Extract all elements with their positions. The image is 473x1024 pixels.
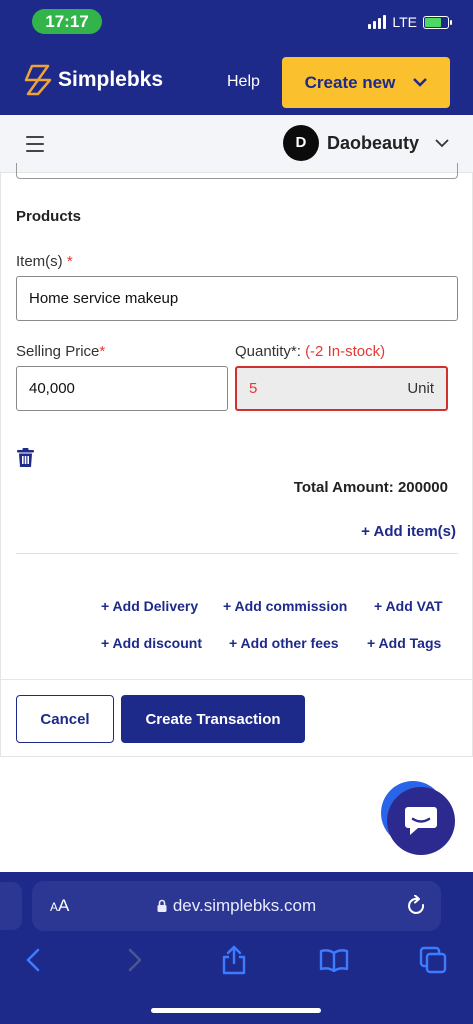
divider [1,679,472,680]
quantity-unit: Unit [407,380,434,397]
chat-icon [405,807,437,835]
app-header: 17:17 LTE Simplebks Help Create new [0,0,473,115]
divider [16,553,458,554]
add-tags-link[interactable]: + Add Tags [367,635,441,651]
add-items-link[interactable]: + Add item(s) [361,523,456,540]
reload-icon[interactable] [407,894,427,922]
products-heading: Products [16,208,82,225]
transaction-form: Products Item(s) * Home service makeup S… [0,163,473,757]
previous-tab[interactable] [0,882,22,930]
selling-price-label: Selling Price* [16,343,106,360]
status-time: 17:17 [32,9,102,34]
help-link[interactable]: Help [227,73,260,91]
browser-toolbar [0,944,473,978]
item-input[interactable]: Home service makeup [16,276,458,321]
browser-chrome: AAAA dev.simplebks.com [0,872,473,1024]
chevron-down-icon [435,138,449,147]
create-new-label: Create new [304,72,396,92]
brand-logo[interactable]: Simplebks [24,64,163,96]
address-bar[interactable]: AAAA dev.simplebks.com [32,881,441,931]
share-icon[interactable] [220,944,248,976]
add-other-fees-link[interactable]: + Add other fees [229,635,339,651]
business-name: Daobeauty [326,132,419,153]
brand-name: Simplebks [58,68,164,91]
quantity-input[interactable]: 5 Unit [235,366,448,411]
cancel-button[interactable]: Cancel [16,695,114,743]
items-label: Item(s) * [16,253,73,270]
trash-icon[interactable] [17,448,34,472]
chevron-down-icon [413,78,428,87]
battery-icon [423,15,452,29]
create-new-button[interactable]: Create new [282,57,450,108]
logo-icon [24,64,52,96]
status-indicators: LTE [368,14,452,30]
signal-icon [368,15,387,29]
add-delivery-link[interactable]: + Add Delivery [101,598,198,614]
total-amount: Total Amount: 200000 [293,479,448,496]
home-indicator [151,1008,321,1013]
selling-price-value: 40,000 [29,380,75,397]
stock-note: (-2 In-stock) [305,343,386,360]
forward-icon[interactable] [124,944,146,976]
url-text: dev.simplebks.com [172,896,317,915]
add-discount-link[interactable]: + Add discount [101,635,202,651]
add-commission-link[interactable]: + Add commission [223,598,347,614]
quantity-value: 5 [249,380,258,397]
account-switcher[interactable]: D Daobeauty [282,125,449,161]
item-value: Home service makeup [29,290,179,307]
menu-icon[interactable] [26,136,44,152]
back-icon[interactable] [22,944,44,976]
create-transaction-button[interactable]: Create Transaction [121,695,305,743]
add-vat-link[interactable]: + Add VAT [374,598,443,614]
previous-field[interactable] [16,163,458,179]
url-display: dev.simplebks.com [32,896,441,916]
quantity-label: Quantity*: (-2 In-stock) [235,343,386,360]
chat-button[interactable] [387,787,455,855]
tabs-icon[interactable] [418,944,448,976]
lock-icon [157,899,167,912]
bookmarks-icon[interactable] [318,944,350,976]
avatar: D [282,125,319,161]
network-label: LTE [392,14,417,30]
selling-price-input[interactable]: 40,000 [16,366,228,411]
